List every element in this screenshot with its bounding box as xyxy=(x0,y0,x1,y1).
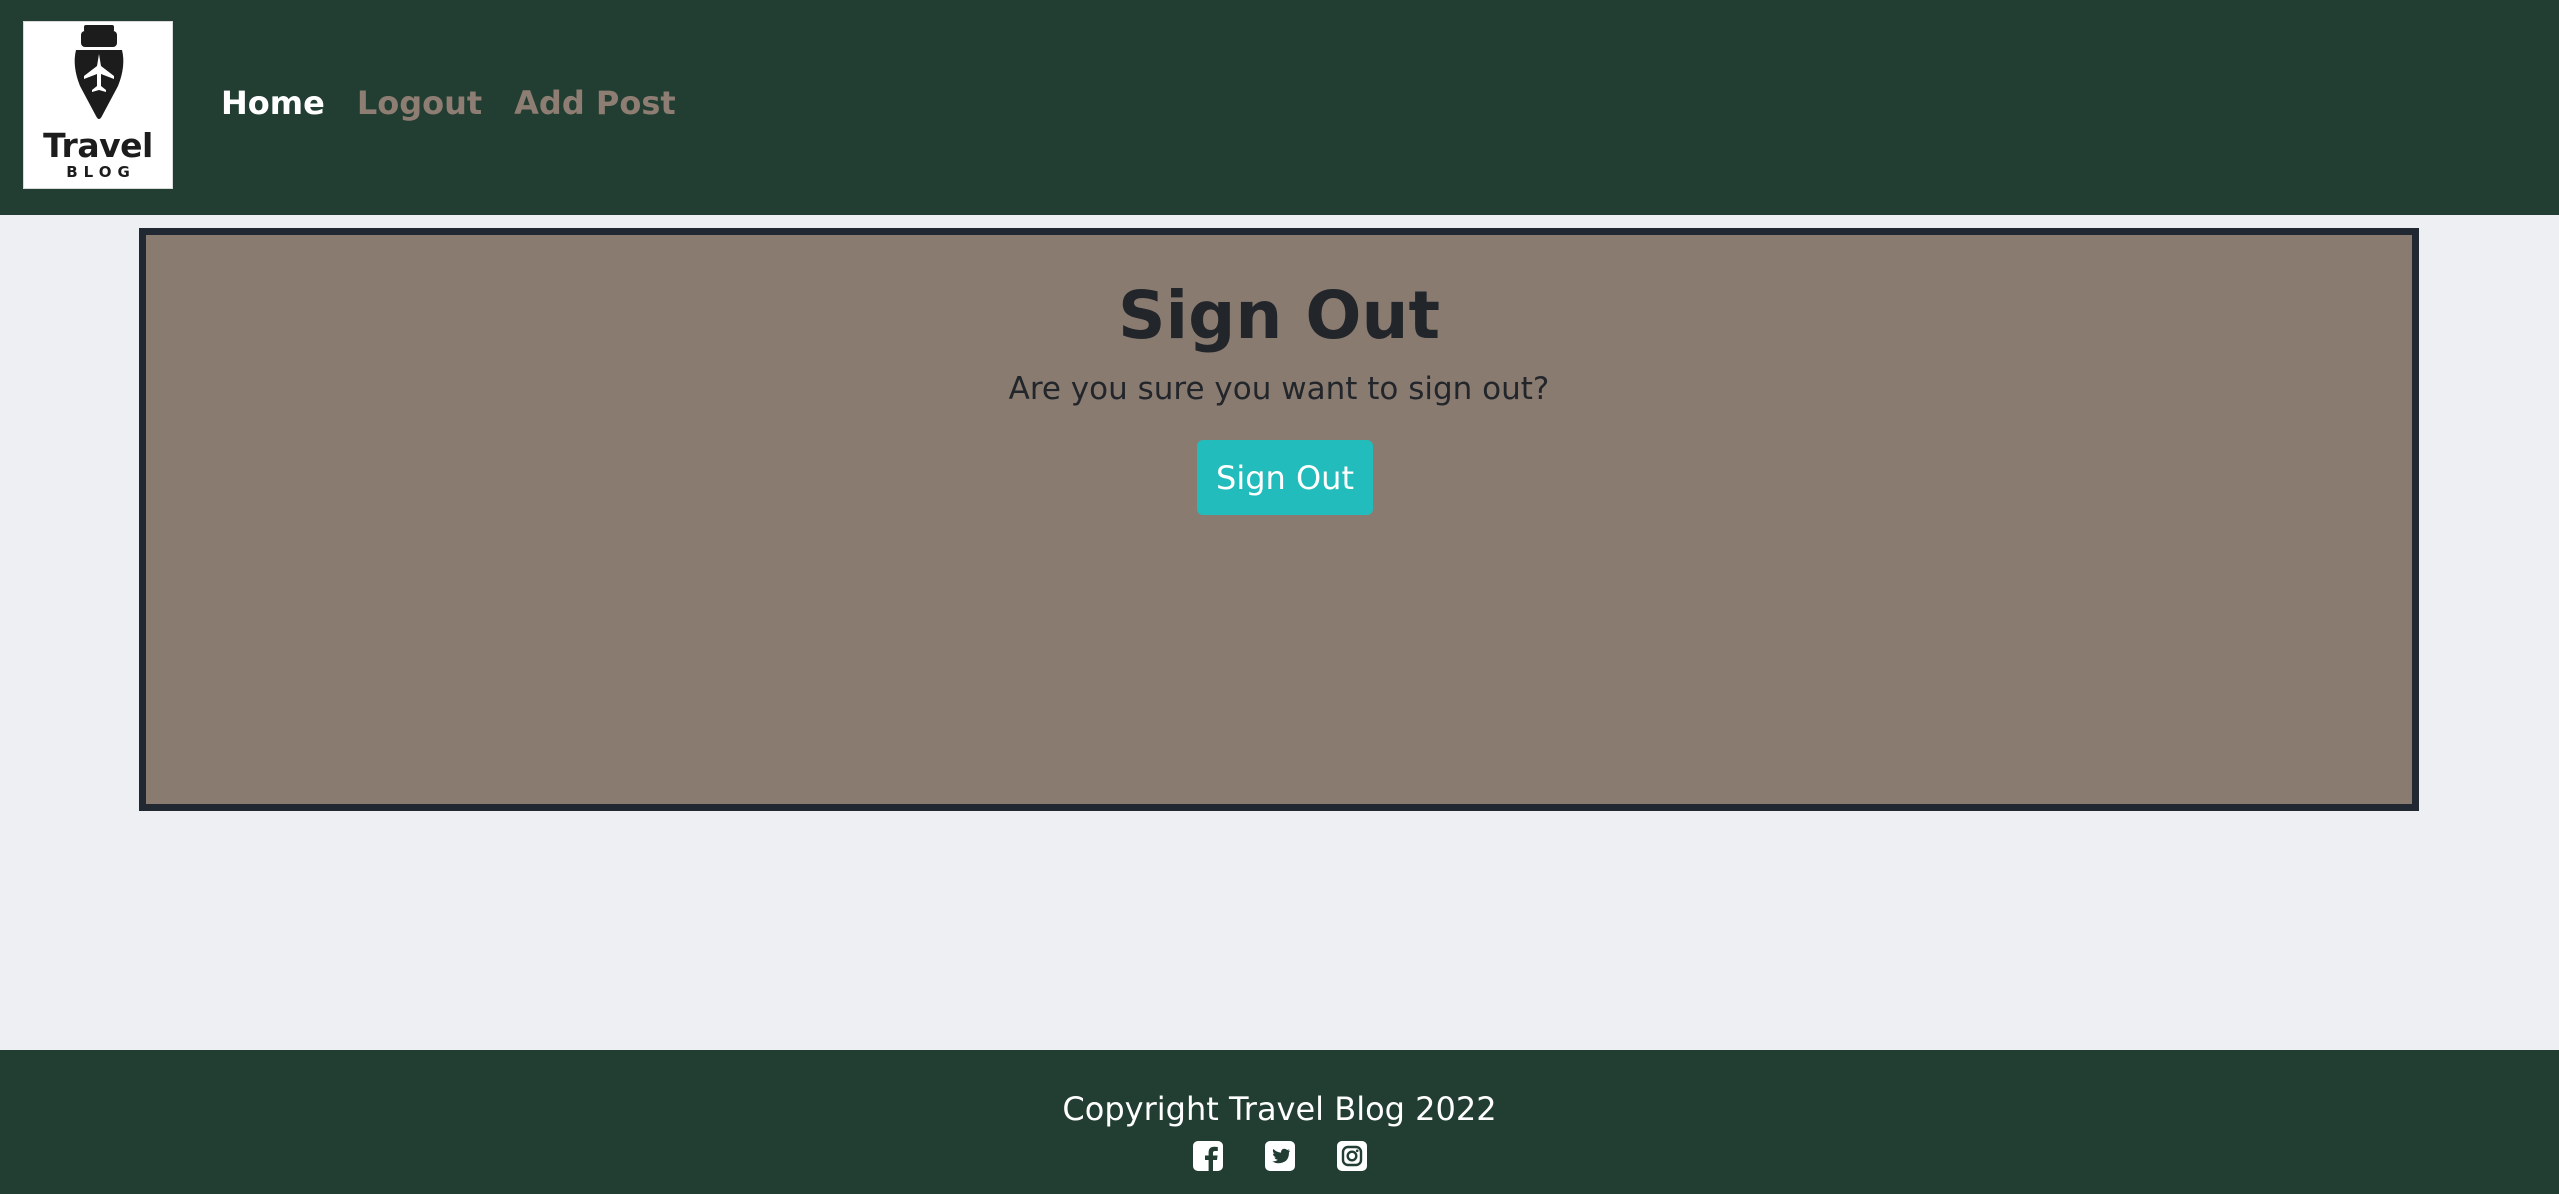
signout-card: Sign Out Are you sure you want to sign o… xyxy=(139,228,2419,811)
logo-title: Travel xyxy=(43,126,153,165)
sign-out-button[interactable]: Sign Out xyxy=(1197,440,1373,515)
social-links xyxy=(0,1140,2559,1172)
navbar: Travel BLOG Home Logout Add Post xyxy=(0,0,2559,215)
logo-subtitle: BLOG xyxy=(66,163,136,181)
footer: Copyright Travel Blog 2022 xyxy=(0,1050,2559,1194)
main-nav: Home Logout Add Post xyxy=(221,84,676,122)
page-title: Sign Out xyxy=(1117,277,1440,354)
instagram-icon[interactable] xyxy=(1336,1140,1368,1172)
twitter-icon[interactable] xyxy=(1264,1140,1296,1172)
confirmation-message: Are you sure you want to sign out? xyxy=(1008,371,1550,407)
facebook-icon[interactable] xyxy=(1192,1140,1224,1172)
site-logo[interactable]: Travel BLOG xyxy=(23,21,173,189)
nav-logout-link[interactable]: Logout xyxy=(357,84,482,122)
nav-add-post-link[interactable]: Add Post xyxy=(514,84,676,122)
copyright-text: Copyright Travel Blog 2022 xyxy=(1062,1090,1497,1128)
nav-home-link[interactable]: Home xyxy=(221,84,325,122)
